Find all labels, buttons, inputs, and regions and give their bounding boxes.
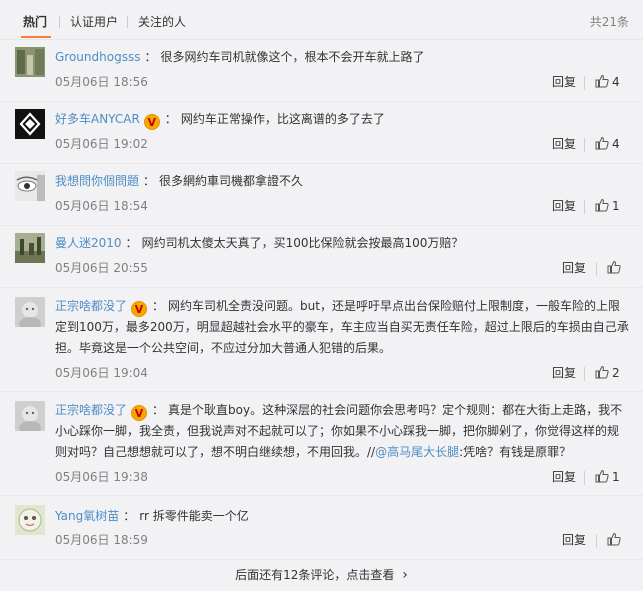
avatar[interactable] bbox=[15, 297, 45, 327]
comment-item: Yang氧树苗 ： rr 拆零件能卖一个亿 05月06日 18:59 回复 bbox=[0, 496, 643, 560]
username-link[interactable]: 好多车ANYCAR bbox=[55, 112, 140, 126]
mention-link[interactable]: @高马尾大长腿 bbox=[375, 445, 459, 459]
like-count: 2 bbox=[612, 366, 620, 380]
divider bbox=[584, 76, 585, 90]
comment-item: 正宗啥都没了 V：真是个耿直boy。这种深层的社会问题你会思考吗？定个规则：都在大… bbox=[0, 392, 643, 496]
avatar-image bbox=[15, 505, 45, 535]
username-link[interactable]: Groundhogsss bbox=[55, 50, 140, 64]
username-link[interactable]: Yang氧树苗 bbox=[55, 509, 119, 523]
separator: ： bbox=[152, 299, 165, 313]
separator: ： bbox=[143, 174, 156, 188]
comment-text: 我想問你個問題 ：很多網約車司機都拿證不久 bbox=[55, 171, 630, 192]
comment-item: 曼人迷2010：网约司机太傻太天真了，买100比保险就会按最高100万赔？ 05… bbox=[0, 226, 643, 288]
like-count: 1 bbox=[612, 199, 620, 213]
thumbs-up-icon bbox=[595, 136, 609, 150]
avatar[interactable] bbox=[15, 233, 45, 263]
comment-time: 05月06日 19:38 bbox=[55, 470, 148, 484]
divider bbox=[596, 534, 597, 548]
avatar[interactable] bbox=[15, 171, 45, 201]
avatar[interactable] bbox=[15, 505, 45, 535]
tab-following[interactable]: 关注的人 bbox=[138, 14, 186, 30]
load-more-comments-link[interactable]: 后面还有12条评论，点击查看 › bbox=[0, 560, 643, 591]
separator: ： bbox=[152, 403, 165, 417]
comment-time: 05月06日 19:02 bbox=[55, 137, 148, 151]
comment-item: Groundhogsss ：很多网约车司机就像这个，根本不会开车就上路了 05月0… bbox=[0, 40, 643, 102]
comment-body: 很多網約車司機都拿證不久 bbox=[159, 174, 304, 188]
load-more-label: 后面还有12条评论，点击查看 bbox=[235, 568, 395, 582]
verified-badge-icon: V bbox=[143, 114, 160, 130]
comment-time: 05月06日 18:54 bbox=[55, 199, 148, 213]
divider bbox=[584, 471, 585, 485]
tab-divider bbox=[127, 16, 128, 28]
thumbs-up-icon bbox=[595, 198, 609, 212]
comment-body: rr 拆零件能卖一个亿 bbox=[139, 509, 249, 523]
comment-time: 05月06日 18:59 bbox=[55, 533, 148, 547]
thumbs-up-icon bbox=[607, 260, 621, 274]
separator: ： bbox=[123, 509, 136, 523]
comment-text: Yang氧树苗 ： rr 拆零件能卖一个亿 bbox=[55, 506, 630, 527]
comment-body-quote: :凭啥？有钱是原罪？ bbox=[459, 445, 572, 459]
active-tab-indicator bbox=[21, 36, 51, 38]
like-count: 4 bbox=[612, 75, 620, 89]
username-link[interactable]: 正宗啥都没了 bbox=[55, 299, 127, 313]
comment-body: 网约车正常操作，比这离谱的多了去了 bbox=[180, 112, 385, 126]
like-count: 4 bbox=[612, 137, 620, 151]
comment-tabs: 热门 认证用户 关注的人 共21条 bbox=[0, 0, 643, 40]
reply-button[interactable]: 回复 bbox=[552, 74, 576, 90]
username-link[interactable]: 曼人迷2010 bbox=[55, 236, 122, 250]
comment-text: 曼人迷2010：网约司机太傻太天真了，买100比保险就会按最高100万赔？ bbox=[55, 233, 630, 254]
comment-item: 好多车ANYCAR V ：网约车正常操作，比这离谱的多了去了 05月06日 19:0… bbox=[0, 102, 643, 164]
comment-text: 好多车ANYCAR V ：网约车正常操作，比这离谱的多了去了 bbox=[55, 109, 630, 130]
like-count: 1 bbox=[612, 470, 620, 484]
reply-button[interactable]: 回复 bbox=[562, 260, 586, 276]
username-link[interactable]: 我想問你個問題 bbox=[55, 174, 139, 188]
comment-text: 正宗啥都没了 V：真是个耿直boy。这种深层的社会问题你会思考吗？定个规则：都在大… bbox=[55, 400, 630, 463]
divider bbox=[584, 200, 585, 214]
tab-hot[interactable]: 热门 bbox=[23, 14, 47, 30]
avatar[interactable] bbox=[15, 47, 45, 77]
comment-time: 05月06日 20:55 bbox=[55, 261, 148, 275]
total-comment-count: 共21条 bbox=[589, 15, 629, 29]
chevron-right-icon: › bbox=[402, 567, 408, 583]
verified-badge-icon: V bbox=[131, 301, 148, 317]
avatar[interactable] bbox=[15, 109, 45, 139]
divider bbox=[584, 367, 585, 381]
avatar-image bbox=[15, 401, 45, 431]
thumbs-up-icon bbox=[595, 365, 609, 379]
username-link[interactable]: 正宗啥都没了 bbox=[55, 403, 127, 417]
comments-panel: 热门 认证用户 关注的人 共21条 Groundhogsss：很多网约车司机就像… bbox=[0, 0, 643, 591]
comment-body: 很多网约车司机就像这个，根本不会开车就上路了 bbox=[160, 50, 425, 64]
comment-body: 网约司机太傻太天真了，买100比保险就会按最高100万赔？ bbox=[141, 236, 464, 250]
separator: ： bbox=[125, 236, 138, 250]
avatar-image bbox=[15, 171, 45, 201]
avatar-image bbox=[15, 109, 45, 139]
comment-item: 我想問你個問題 ：很多網約車司機都拿證不久 05月06日 18:54 回复 1 bbox=[0, 164, 643, 226]
tab-verified-users[interactable]: 认证用户 bbox=[70, 14, 118, 30]
avatar-image bbox=[15, 47, 45, 77]
comment-time: 05月06日 19:04 bbox=[55, 366, 148, 380]
avatar-image bbox=[15, 233, 45, 263]
thumbs-up-icon bbox=[595, 74, 609, 88]
reply-button[interactable]: 回复 bbox=[552, 469, 576, 485]
comment-time: 05月06日 18:56 bbox=[55, 75, 148, 89]
thumbs-up-icon bbox=[607, 532, 621, 546]
verified-badge-icon: V bbox=[131, 405, 148, 421]
tab-divider bbox=[59, 16, 60, 28]
separator: ： bbox=[164, 112, 177, 126]
divider bbox=[596, 262, 597, 276]
comment-item: 正宗啥都没了 V：网约车司机全责没问题。but，还是呼吁早点出台保险赔付上限制度，… bbox=[0, 288, 643, 392]
divider bbox=[584, 138, 585, 152]
thumbs-up-icon bbox=[595, 469, 609, 483]
reply-button[interactable]: 回复 bbox=[552, 136, 576, 152]
comment-text: Groundhogsss ：很多网约车司机就像这个，根本不会开车就上路了 bbox=[55, 47, 630, 68]
separator: ： bbox=[144, 50, 157, 64]
avatar[interactable] bbox=[15, 401, 45, 431]
reply-button[interactable]: 回复 bbox=[552, 365, 576, 381]
comment-text: 正宗啥都没了 V：网约车司机全责没问题。but，还是呼吁早点出台保险赔付上限制度，… bbox=[55, 296, 630, 359]
avatar-image bbox=[15, 297, 45, 327]
reply-button[interactable]: 回复 bbox=[552, 198, 576, 214]
reply-button[interactable]: 回复 bbox=[562, 532, 586, 548]
